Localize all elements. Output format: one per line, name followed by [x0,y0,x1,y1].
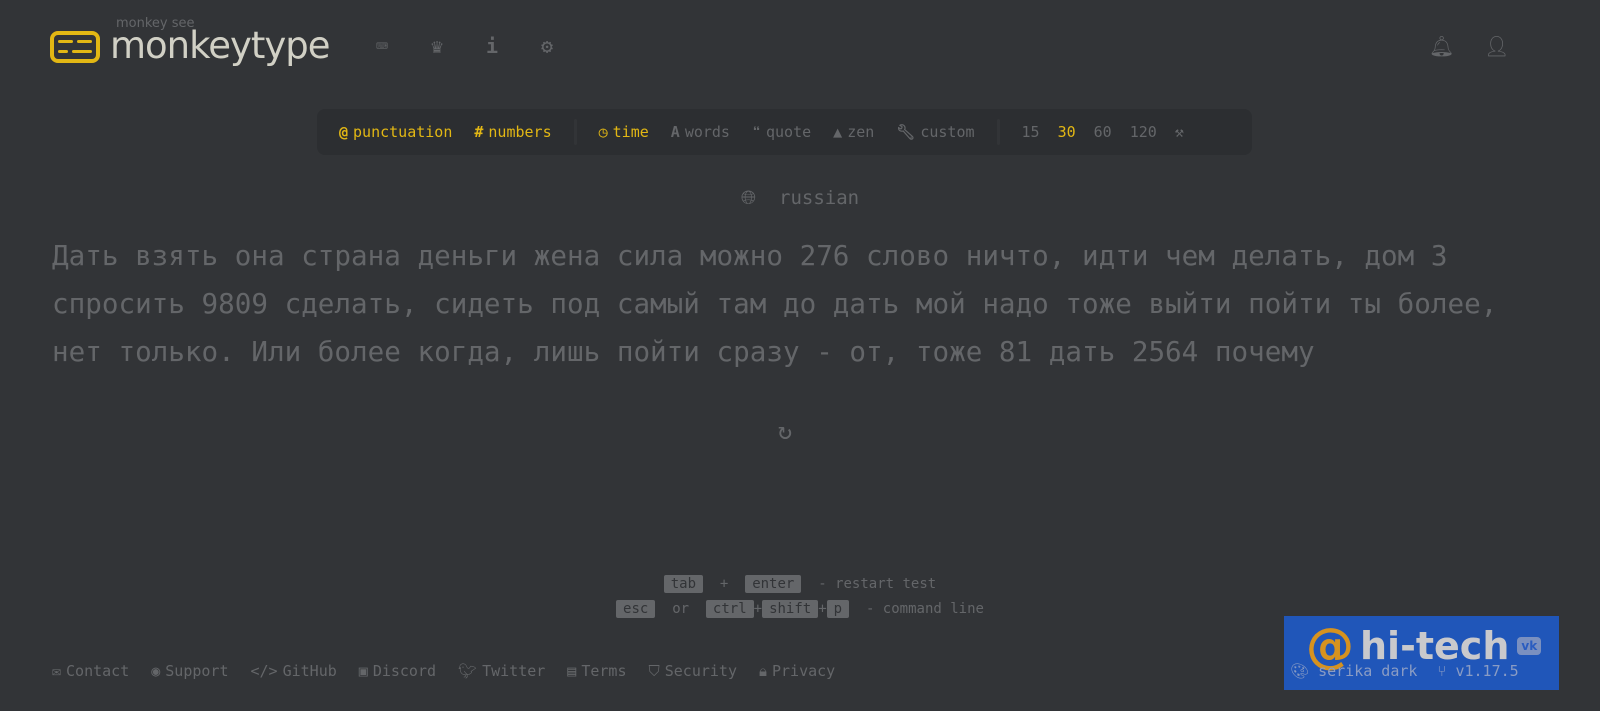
command-line-hint: esc or ctrl + shift + p - command line [0,600,1600,618]
footer-discord[interactable]: ▣ Discord [359,662,436,680]
mode-time[interactable]: ◷ time [599,123,649,141]
restart-shortcut-hint: tab + enter - restart test [0,575,1600,593]
hash-icon: # [474,123,484,141]
mode-quote[interactable]: ❝ quote [752,123,811,141]
divider [573,119,577,145]
key-shift: shift [762,600,819,618]
theme-label: serika dark [1318,662,1418,680]
key-enter: enter [745,575,802,593]
footer-privacy[interactable]: 🔒︎ Privacy [759,662,835,680]
footer-github[interactable]: </> GitHub [251,662,337,680]
wrench-icon: 🔧︎ [896,123,916,141]
numbers-label: numbers [488,123,552,141]
keyboard-icon[interactable]: ⌨ [370,34,394,58]
logo-icon [50,30,100,63]
discord-icon: ▣ [358,662,368,680]
plus: + [719,576,729,592]
key-esc: esc [616,600,656,618]
test-config-bar: @ punctuation # numbers ◷ time Awords ❝ quot… [317,109,1252,155]
watermark-text: hi-tech [1360,624,1510,668]
duration-60[interactable]: 60 [1094,123,1112,141]
language-selector[interactable]: 🌐︎ russian [0,187,1600,209]
punctuation-toggle[interactable]: @ punctuation [339,123,452,141]
punctuation-label: punctuation [353,123,453,141]
clock-icon: ◷ [598,123,608,141]
quote-label: quote [766,123,812,141]
zen-label: zen [847,123,875,141]
footer-terms[interactable]: ▤ Terms [567,662,626,680]
footer-label: Twitter [482,662,546,680]
footer-label: Contact [66,662,130,680]
restart-icon[interactable]: ↻ [773,417,797,445]
custom-label: custom [920,123,975,141]
lock-icon: 🔒︎ [759,662,767,680]
words-area[interactable]: Дать взять она страна деньги жена сила м… [52,232,1552,376]
mode-zen[interactable]: ▲ zen [833,123,874,141]
mode-words[interactable]: Awords [671,123,730,141]
key-tab: tab [663,575,704,593]
footer-support[interactable]: ◉ Support [151,662,228,680]
mode-custom[interactable]: 🔧︎ custom [896,123,974,141]
key-p: p [826,600,850,618]
footer-security[interactable]: ⛉ Security [648,662,737,680]
theme-version: 🎨︎ serika dark ⑂ v1.17.5 [1290,662,1519,680]
duration-120[interactable]: 120 [1130,123,1157,141]
palette-icon: 🎨︎ [1290,662,1310,680]
crown-icon[interactable]: ♛ [425,34,449,58]
footer-label: Privacy [771,662,836,680]
quote-icon: ❝ [751,123,761,141]
user-icon[interactable]: 👤︎ [1484,34,1509,58]
key-ctrl: ctrl [705,600,754,618]
plus: + [818,601,827,617]
duration-15[interactable]: 15 [1022,123,1040,141]
footer-label: Security [664,662,737,680]
footer-twitter[interactable]: 🐦︎ Twitter [458,662,545,680]
footer-label: Terms [581,662,627,680]
at-icon: @ [339,123,349,141]
time-label: time [612,123,649,141]
globe-icon: 🌐︎ [740,187,757,209]
numbers-toggle[interactable]: # numbers [474,123,551,141]
command-hint-text: - command line [865,601,984,617]
version-label: v1.17.5 [1455,662,1519,680]
words-label: words [684,123,730,141]
logo[interactable]: monkey see monkeytype [50,14,331,67]
footer-label: Discord [372,662,437,680]
footer-contact[interactable]: ✉ Contact [52,662,129,680]
logo-subtitle: monkey see [116,16,195,31]
duration-30[interactable]: 30 [1058,123,1076,141]
footer-label: Support [165,662,229,680]
language-label: russian [779,187,860,209]
footer-label: GitHub [282,662,337,680]
divider [996,119,1000,145]
file-icon: ▤ [567,662,577,680]
restart-hint-text: - restart test [818,576,937,592]
plus: + [753,601,763,617]
or-text: or [672,601,690,617]
shield-icon: ⛉ [648,662,660,680]
branch-icon: ⑂ [1437,662,1447,680]
donate-icon: ◉ [151,662,161,680]
theme-button[interactable]: 🎨︎ serika dark [1290,662,1417,680]
gear-icon[interactable]: ⚙ [535,34,559,58]
twitter-icon: 🐦︎ [458,662,478,680]
info-icon[interactable]: i [480,34,504,58]
version-button[interactable]: ⑂ v1.17.5 [1437,662,1518,680]
mountain-icon: ▲ [833,123,843,141]
font-icon: A [670,123,680,141]
footer-links: ✉ Contact ◉ Support </> GitHub ▣ Discord 🐦︎ T… [52,662,857,680]
tools-icon[interactable]: ⚒ [1175,123,1184,141]
envelope-icon: ✉ [52,662,62,680]
bell-icon[interactable]: 🔔︎ [1429,34,1454,58]
code-icon: </> [250,662,278,680]
vk-icon: vk [1517,637,1542,655]
